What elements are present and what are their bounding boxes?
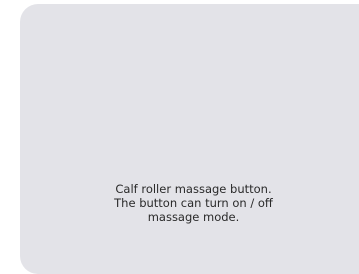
- tooltip-card: Calf roller massage button. The button c…: [20, 4, 359, 274]
- tooltip-line-3: massage mode.: [147, 210, 240, 224]
- tooltip-line-1: Calf roller massage button.: [115, 182, 272, 196]
- screen: Calf roller massage button. The button c…: [0, 0, 359, 274]
- tooltip-description: Calf roller massage button. The button c…: [20, 182, 359, 224]
- tooltip-line-2: The button can turn on / off: [114, 196, 273, 210]
